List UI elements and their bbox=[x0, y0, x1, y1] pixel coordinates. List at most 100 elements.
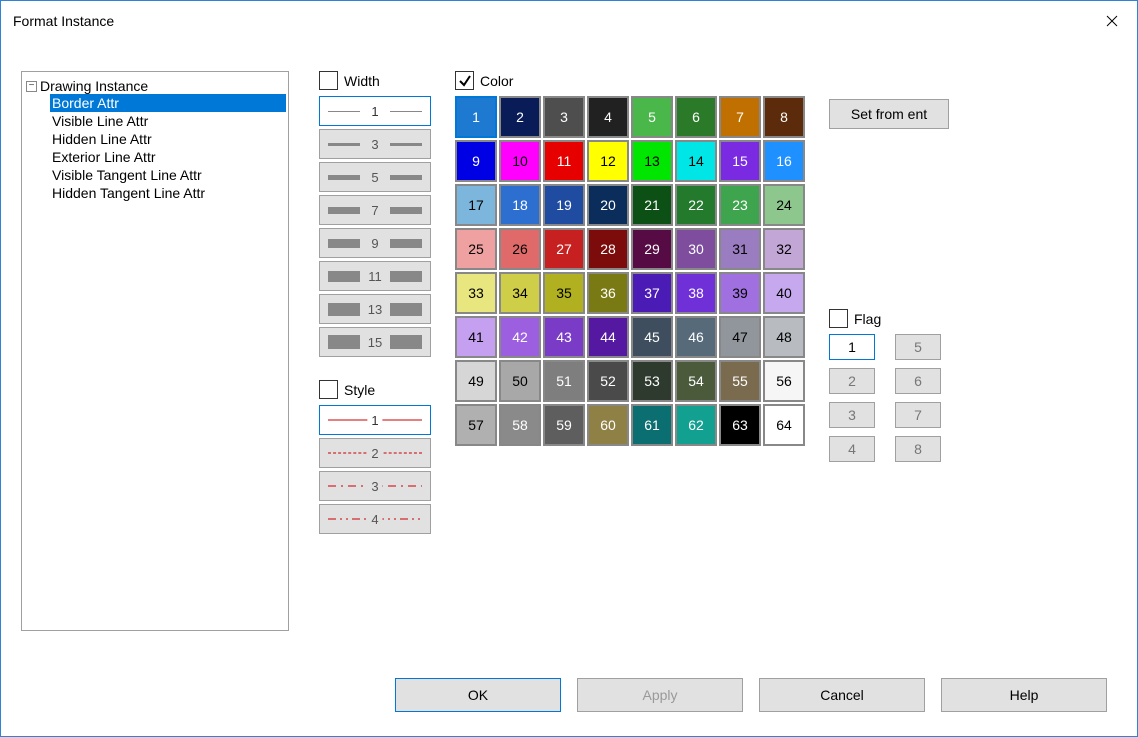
color-swatch-51[interactable]: 51 bbox=[543, 360, 585, 402]
color-swatch-24[interactable]: 24 bbox=[763, 184, 805, 226]
ok-button[interactable]: OK bbox=[395, 678, 561, 712]
style-option-3[interactable]: 3 bbox=[319, 471, 431, 501]
color-swatch-55[interactable]: 55 bbox=[719, 360, 761, 402]
flag-option-6[interactable]: 6 bbox=[895, 368, 941, 394]
color-swatch-14[interactable]: 14 bbox=[675, 140, 717, 182]
color-swatch-32[interactable]: 32 bbox=[763, 228, 805, 270]
color-swatch-54[interactable]: 54 bbox=[675, 360, 717, 402]
color-swatch-63[interactable]: 63 bbox=[719, 404, 761, 446]
color-swatch-34[interactable]: 34 bbox=[499, 272, 541, 314]
color-swatch-41[interactable]: 41 bbox=[455, 316, 497, 358]
width-option-13[interactable]: 13 bbox=[319, 294, 431, 324]
color-swatch-7[interactable]: 7 bbox=[719, 96, 761, 138]
style-checkbox[interactable] bbox=[319, 380, 338, 399]
color-swatch-19[interactable]: 19 bbox=[543, 184, 585, 226]
cancel-button[interactable]: Cancel bbox=[759, 678, 925, 712]
color-swatch-28[interactable]: 28 bbox=[587, 228, 629, 270]
color-swatch-43[interactable]: 43 bbox=[543, 316, 585, 358]
tree-item-border-attr[interactable]: Border Attr bbox=[50, 94, 286, 112]
color-swatch-57[interactable]: 57 bbox=[455, 404, 497, 446]
color-swatch-48[interactable]: 48 bbox=[763, 316, 805, 358]
style-option-2[interactable]: 2 bbox=[319, 438, 431, 468]
color-swatch-33[interactable]: 33 bbox=[455, 272, 497, 314]
color-swatch-11[interactable]: 11 bbox=[543, 140, 585, 182]
help-button[interactable]: Help bbox=[941, 678, 1107, 712]
color-swatch-37[interactable]: 37 bbox=[631, 272, 673, 314]
color-swatch-50[interactable]: 50 bbox=[499, 360, 541, 402]
flag-option-8[interactable]: 8 bbox=[895, 436, 941, 462]
color-checkbox[interactable] bbox=[455, 71, 474, 90]
tree-item-hidden-tangent-line-attr[interactable]: Hidden Tangent Line Attr bbox=[50, 184, 286, 202]
color-swatch-36[interactable]: 36 bbox=[587, 272, 629, 314]
color-swatch-9[interactable]: 9 bbox=[455, 140, 497, 182]
color-swatch-30[interactable]: 30 bbox=[675, 228, 717, 270]
color-swatch-10[interactable]: 10 bbox=[499, 140, 541, 182]
tree-collapse-icon[interactable]: − bbox=[26, 81, 37, 92]
color-swatch-42[interactable]: 42 bbox=[499, 316, 541, 358]
color-swatch-29[interactable]: 29 bbox=[631, 228, 673, 270]
color-swatch-38[interactable]: 38 bbox=[675, 272, 717, 314]
flag-option-4[interactable]: 4 bbox=[829, 436, 875, 462]
color-swatch-2[interactable]: 2 bbox=[499, 96, 541, 138]
color-swatch-44[interactable]: 44 bbox=[587, 316, 629, 358]
color-swatch-53[interactable]: 53 bbox=[631, 360, 673, 402]
color-swatch-60[interactable]: 60 bbox=[587, 404, 629, 446]
width-option-11[interactable]: 11 bbox=[319, 261, 431, 291]
color-swatch-1[interactable]: 1 bbox=[455, 96, 497, 138]
tree-item-exterior-line-attr[interactable]: Exterior Line Attr bbox=[50, 148, 286, 166]
color-swatch-58[interactable]: 58 bbox=[499, 404, 541, 446]
color-swatch-31[interactable]: 31 bbox=[719, 228, 761, 270]
flag-option-2[interactable]: 2 bbox=[829, 368, 875, 394]
color-swatch-5[interactable]: 5 bbox=[631, 96, 673, 138]
width-option-5[interactable]: 5 bbox=[319, 162, 431, 192]
tree-item-visible-line-attr[interactable]: Visible Line Attr bbox=[50, 112, 286, 130]
color-swatch-35[interactable]: 35 bbox=[543, 272, 585, 314]
color-swatch-16[interactable]: 16 bbox=[763, 140, 805, 182]
style-option-4[interactable]: 4 bbox=[319, 504, 431, 534]
color-swatch-23[interactable]: 23 bbox=[719, 184, 761, 226]
color-swatch-59[interactable]: 59 bbox=[543, 404, 585, 446]
color-swatch-8[interactable]: 8 bbox=[763, 96, 805, 138]
width-option-15[interactable]: 15 bbox=[319, 327, 431, 357]
flag-option-5[interactable]: 5 bbox=[895, 334, 941, 360]
set-from-ent-button[interactable]: Set from ent bbox=[829, 99, 949, 129]
color-swatch-39[interactable]: 39 bbox=[719, 272, 761, 314]
color-swatch-47[interactable]: 47 bbox=[719, 316, 761, 358]
color-swatch-56[interactable]: 56 bbox=[763, 360, 805, 402]
flag-option-3[interactable]: 3 bbox=[829, 402, 875, 428]
color-swatch-4[interactable]: 4 bbox=[587, 96, 629, 138]
color-swatch-25[interactable]: 25 bbox=[455, 228, 497, 270]
color-swatch-13[interactable]: 13 bbox=[631, 140, 673, 182]
color-swatch-21[interactable]: 21 bbox=[631, 184, 673, 226]
color-swatch-15[interactable]: 15 bbox=[719, 140, 761, 182]
color-swatch-17[interactable]: 17 bbox=[455, 184, 497, 226]
width-option-1[interactable]: 1 bbox=[319, 96, 431, 126]
apply-button[interactable]: Apply bbox=[577, 678, 743, 712]
tree-root[interactable]: − Drawing Instance bbox=[24, 78, 286, 94]
color-swatch-62[interactable]: 62 bbox=[675, 404, 717, 446]
flag-checkbox[interactable] bbox=[829, 309, 848, 328]
color-swatch-22[interactable]: 22 bbox=[675, 184, 717, 226]
tree-item-visible-tangent-line-attr[interactable]: Visible Tangent Line Attr bbox=[50, 166, 286, 184]
width-checkbox[interactable] bbox=[319, 71, 338, 90]
color-swatch-6[interactable]: 6 bbox=[675, 96, 717, 138]
width-option-9[interactable]: 9 bbox=[319, 228, 431, 258]
color-swatch-12[interactable]: 12 bbox=[587, 140, 629, 182]
color-swatch-3[interactable]: 3 bbox=[543, 96, 585, 138]
width-option-7[interactable]: 7 bbox=[319, 195, 431, 225]
color-swatch-18[interactable]: 18 bbox=[499, 184, 541, 226]
color-swatch-20[interactable]: 20 bbox=[587, 184, 629, 226]
color-swatch-27[interactable]: 27 bbox=[543, 228, 585, 270]
color-swatch-40[interactable]: 40 bbox=[763, 272, 805, 314]
color-swatch-49[interactable]: 49 bbox=[455, 360, 497, 402]
flag-option-1[interactable]: 1 bbox=[829, 334, 875, 360]
close-button[interactable] bbox=[1087, 1, 1137, 41]
color-swatch-46[interactable]: 46 bbox=[675, 316, 717, 358]
width-option-3[interactable]: 3 bbox=[319, 129, 431, 159]
color-swatch-52[interactable]: 52 bbox=[587, 360, 629, 402]
style-option-1[interactable]: 1 bbox=[319, 405, 431, 435]
color-swatch-45[interactable]: 45 bbox=[631, 316, 673, 358]
color-swatch-64[interactable]: 64 bbox=[763, 404, 805, 446]
color-swatch-61[interactable]: 61 bbox=[631, 404, 673, 446]
tree-item-hidden-line-attr[interactable]: Hidden Line Attr bbox=[50, 130, 286, 148]
